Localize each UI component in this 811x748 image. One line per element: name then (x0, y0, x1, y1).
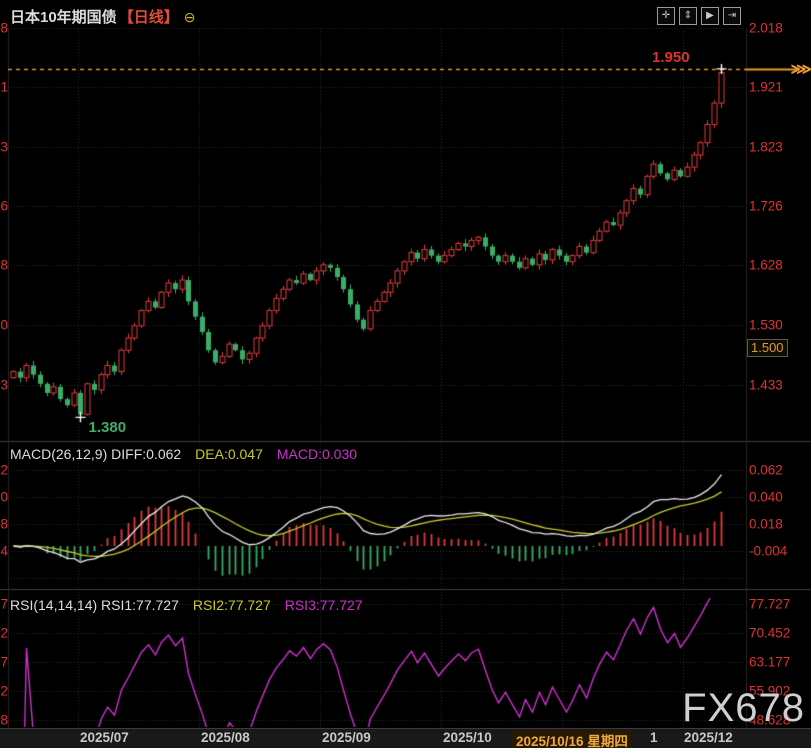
move-tool-icon[interactable]: ✛ (657, 7, 675, 25)
instrument-name: 日本10年期国债 (10, 9, 117, 26)
axis-tick-label-clipped: 48.628 (0, 713, 8, 728)
macd-indicator-row: MACD(26,12,9) DIFF:0.062 DEA:0.047 MACD:0.… (10, 446, 357, 462)
axis-tick-label-clipped: 1.726 (0, 199, 8, 214)
partial-month-label: 1 (650, 730, 658, 745)
axis-tick-label-clipped: 0.040 (0, 490, 8, 505)
macd-dea-value: DEA:0.047 (195, 446, 263, 462)
axis-tick-label-clipped: 1.823 (0, 140, 8, 155)
axis-tick-label: 63.177 (749, 655, 790, 670)
month-label: 2025/09 (322, 730, 371, 745)
chart-app: 日本10年期国债【日线】 ⊖ ✛⇕▶⇥ 2.018 2.018 1.921 1.921 1… (0, 0, 811, 748)
axis-tick-label: 0.040 (749, 490, 783, 505)
axis-tick-label: 2.018 (749, 21, 783, 36)
crosshair-date-label: 2025/10/16 星期四 (512, 730, 632, 748)
axis-tick-label: 0.018 (749, 517, 783, 532)
price-level-label: 1.500 (747, 339, 788, 357)
axis-tick-label-clipped: 70.452 (0, 626, 8, 641)
rsi3-value: RSI3:77.727 (285, 597, 363, 613)
rsi-title: RSI(14,14,14) RSI1:77.727 (10, 597, 179, 613)
low-price-label: 1.380 (89, 419, 127, 436)
axis-tick-label: 1.433 (749, 378, 783, 393)
axis-tick-label: 1.921 (749, 80, 783, 95)
axis-tick-label-clipped: 1.628 (0, 258, 8, 273)
axis-tick-label-clipped: 1.433 (0, 378, 8, 393)
axis-tick-label: 77.727 (749, 597, 790, 612)
axis-tick-label-clipped: 55.902 (0, 684, 8, 699)
axis-tick-label: 1.823 (749, 140, 783, 155)
axis-tick-label: 0.062 (749, 463, 783, 478)
fx678-watermark: FX678 (682, 686, 805, 731)
period-label: 【日线】 (119, 9, 179, 26)
axis-scale-icon[interactable]: ⇕ (679, 7, 697, 25)
axis-tick-label-clipped: 2.018 (0, 21, 8, 36)
chart-toolbar: ✛⇕▶⇥ (657, 7, 741, 25)
axis-tick-label-clipped: 0.062 (0, 463, 8, 478)
axis-tick-label: -0.004 (749, 544, 787, 559)
rsi2-value: RSI2:77.727 (193, 597, 271, 613)
month-label: 2025/12 (684, 730, 733, 745)
axis-tick-label-clipped: 0.018 (0, 517, 8, 532)
axis-tick-label: 70.452 (749, 626, 790, 641)
current-price-arrow: ⋙ (791, 60, 810, 78)
playback-icon[interactable]: ▶ (701, 7, 719, 25)
axis-tick-label: 1.530 (749, 318, 783, 333)
macd-title: MACD(26,12,9) DIFF:0.062 (10, 446, 181, 462)
axis-tick-label: 1.726 (749, 199, 783, 214)
month-label: 2025/07 (80, 730, 129, 745)
axis-tick-label-clipped: 1.921 (0, 80, 8, 95)
axis-tick-label-clipped: 1.530 (0, 318, 8, 333)
collapse-icon[interactable]: ⊖ (184, 9, 196, 25)
month-label: 2025/08 (201, 730, 250, 745)
chart-canvas[interactable] (0, 0, 811, 748)
macd-macd-value: MACD:0.030 (277, 446, 357, 462)
axis-tick-label-clipped: 63.177 (0, 655, 8, 670)
axis-tick-label-clipped: 77.727 (0, 597, 8, 612)
instrument-title: 日本10年期国债【日线】 ⊖ (10, 6, 195, 27)
go-to-latest-icon[interactable]: ⇥ (723, 7, 741, 25)
high-price-label: 1.950 (652, 49, 690, 66)
rsi-indicator-row: RSI(14,14,14) RSI1:77.727 RSI2:77.727 RSI3… (10, 597, 363, 613)
axis-tick-label-clipped: -0.004 (0, 544, 8, 559)
axis-tick-label: 1.628 (749, 258, 783, 273)
month-label: 2025/10 (443, 730, 492, 745)
